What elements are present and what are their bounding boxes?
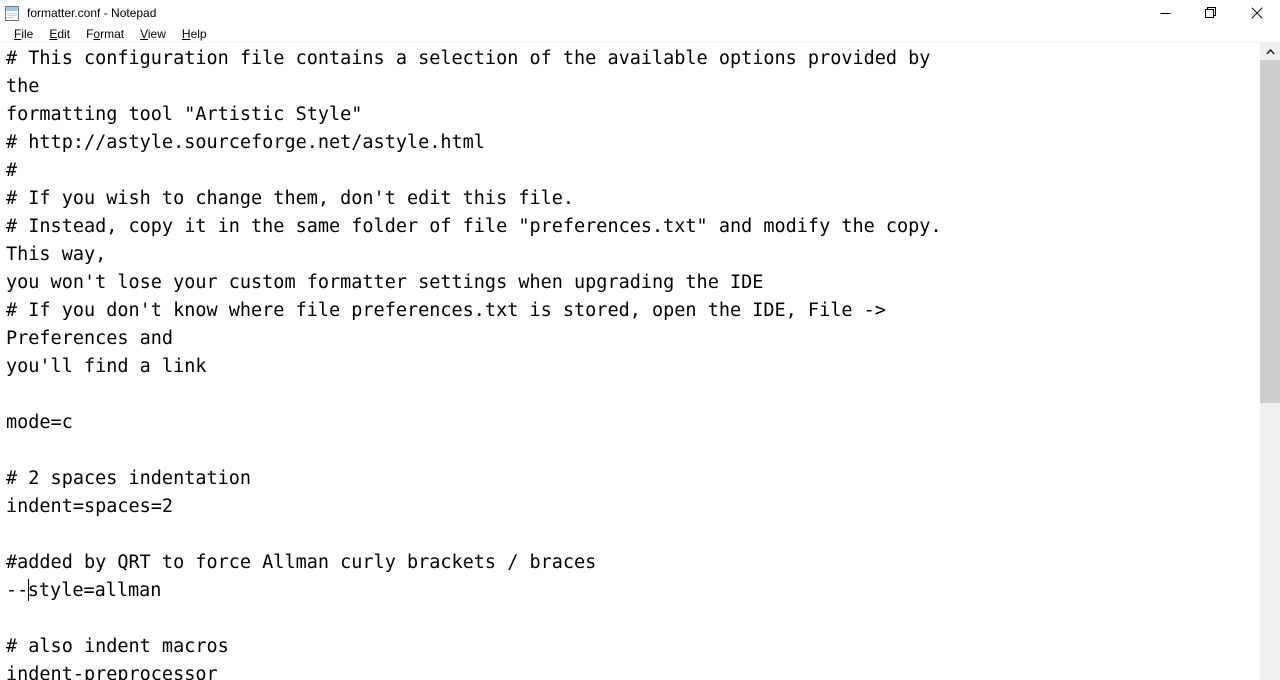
text-editor[interactable]: # This configuration file contains a sel… (0, 43, 1259, 680)
menu-label-format-post: rmat (100, 27, 125, 41)
menu-label-help: elp (190, 27, 207, 41)
menu-item-format[interactable]: Format (78, 26, 132, 42)
close-icon (1251, 7, 1263, 19)
editor-line: # If you don't know where file preferenc… (6, 300, 886, 321)
maximize-button[interactable] (1188, 0, 1234, 26)
editor-line: #added by QRT to force Allman curly brac… (6, 552, 597, 573)
editor-line: Preferences and (6, 328, 174, 349)
title-bar[interactable]: formatter.conf - Notepad (0, 0, 1280, 26)
editor-area: # This configuration file contains a sel… (0, 43, 1280, 680)
editor-line: indent-preprocessor (6, 664, 218, 680)
menu-accel-view: V (140, 27, 148, 41)
editor-line: # (6, 160, 18, 181)
menu-item-help[interactable]: Help (174, 26, 215, 42)
menu-label-edit: dit (57, 27, 71, 41)
editor-line-text: style=allman (27, 580, 162, 601)
editor-line: # This configuration file contains a sel… (6, 48, 931, 69)
editor-line: formatting tool "Artistic Style" (6, 104, 363, 125)
notepad-window: formatter.conf - Notepad File Edit Forma… (0, 0, 1280, 680)
editor-line: # 2 spaces indentation (6, 468, 252, 489)
menu-item-edit[interactable]: Edit (41, 26, 78, 42)
restore-icon (1205, 7, 1217, 19)
menu-item-file[interactable]: File (6, 26, 41, 42)
window-title: formatter.conf - Notepad (27, 6, 157, 20)
window-controls (1142, 0, 1280, 26)
notepad-document-icon (4, 5, 21, 22)
vertical-scrollbar[interactable] (1259, 43, 1280, 680)
editor-line: # http://astyle.sourceforge.net/astyle.h… (6, 132, 485, 153)
editor-line: indent=spaces=2 (6, 496, 174, 517)
menu-bar: File Edit Format View Help (0, 26, 1280, 43)
menu-accel-help: H (181, 27, 191, 41)
editor-line: mode=c (6, 412, 73, 433)
menu-item-view[interactable]: View (132, 26, 174, 42)
scrollbar-thumb[interactable] (1260, 60, 1280, 403)
editor-line: # Instead, copy it in the same folder of… (6, 216, 942, 237)
editor-line: # If you wish to change them, don't edit… (6, 188, 575, 209)
editor-line: you'll find a link (6, 356, 207, 377)
editor-line: --style=allman (6, 577, 1259, 605)
minimize-button[interactable] (1142, 0, 1188, 26)
editor-line: This way, (6, 244, 107, 265)
editor-line: the (6, 76, 40, 97)
minimize-icon (1160, 8, 1171, 19)
menu-label-file: ile (21, 27, 34, 41)
title-bar-left: formatter.conf - Notepad (0, 0, 156, 26)
editor-line-text: -- (6, 580, 29, 601)
editor-line: # also indent macros (6, 636, 229, 657)
menu-label-view: iew (147, 27, 166, 41)
editor-line: you won't lose your custom formatter set… (6, 272, 764, 293)
close-button[interactable] (1234, 0, 1280, 26)
chevron-up-icon (1266, 48, 1275, 55)
scroll-up-button[interactable] (1260, 43, 1280, 60)
